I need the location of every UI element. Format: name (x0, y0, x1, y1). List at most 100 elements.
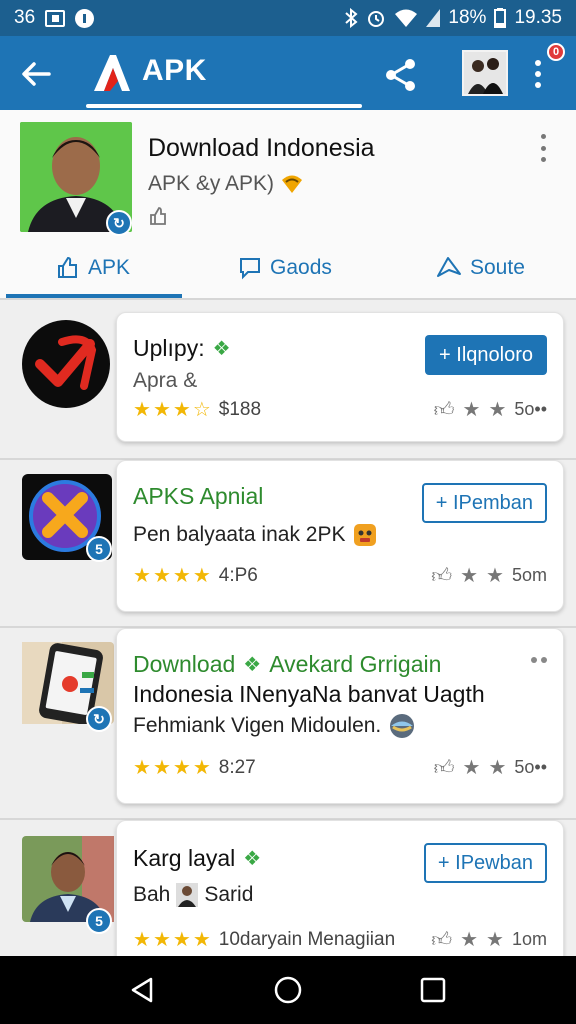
star-icon: ★ (192, 565, 211, 587)
install-button[interactable]: + Ilqnoloro (425, 335, 547, 375)
app-card[interactable]: Download ❖ Avekard Grrigain Indonesia IN… (116, 628, 564, 804)
emoji-face-icon (354, 524, 377, 546)
tab-gaods-label: Gaods (270, 256, 332, 279)
thumbs-up-small-icon[interactable] (148, 206, 168, 226)
app-card[interactable]: Karg layal ❖ + IPewban Bah Sarid ★ ★ ★ ★ 10… (116, 820, 564, 970)
wifi-badge-icon (282, 175, 303, 193)
card-stat: 5om (511, 565, 547, 585)
star-icon: ★ (192, 757, 211, 779)
card-subtitle-suffix: Sarid (204, 883, 254, 906)
install-button[interactable]: + IPewban (423, 843, 547, 883)
leaf-icon: ❖ (212, 338, 231, 360)
title-underline (86, 104, 362, 108)
star-gray-icon[interactable]: ★ (486, 563, 504, 588)
card-actions: 👍︎ ★ ★ 5om (431, 563, 547, 588)
card-actions: 👍︎ ★ ★ 5o•• (434, 755, 547, 780)
app-card[interactable]: APKS Apnial + IPemban Pen balyaata inak … (116, 460, 564, 612)
tab-gaods[interactable]: Gaods (238, 250, 332, 286)
back-button[interactable] (16, 54, 56, 94)
star-gray-icon[interactable]: ★ (486, 927, 504, 952)
bluetooth-icon (345, 8, 358, 28)
card-title: Uplıpy: (133, 335, 205, 361)
card-title-suffix: Avekard Grrigain (269, 651, 442, 677)
comment-icon (240, 258, 260, 280)
thumbs-up-icon[interactable]: 👍︎ (434, 398, 455, 422)
star-gray-icon[interactable]: ★ (460, 927, 478, 952)
overflow-menu-button[interactable] (530, 56, 546, 92)
share-icon[interactable] (382, 56, 420, 94)
thumbs-up-icon[interactable]: 👍︎ (431, 564, 452, 588)
update-badge-icon: ↻ (86, 706, 112, 732)
circle-home-icon (274, 976, 302, 1004)
arrow-left-icon (22, 62, 51, 86)
star-icon: ★ (172, 757, 191, 779)
card-title-row: Uplıpy: ❖ (133, 335, 231, 362)
list-item[interactable]: ↻ Download ❖ Avekard Grrigain Indonesia … (0, 628, 576, 818)
photo-notification-icon (45, 9, 66, 27)
status-left-number: 36 (14, 7, 36, 28)
install-button[interactable]: + IPemban (421, 483, 547, 523)
leaf-icon: ❖ (243, 848, 262, 870)
nav-recents-button[interactable] (413, 970, 453, 1010)
couple-photo-icon (464, 52, 506, 94)
app-logo-icon (94, 55, 130, 91)
person-avatar-icon (176, 883, 199, 907)
card-title: Download (133, 651, 236, 677)
signal-icon (426, 9, 441, 27)
rating-text: 8:27 (218, 756, 256, 778)
card-subtitle-prefix: Bah (133, 883, 171, 906)
app-title: APK (142, 54, 207, 87)
nav-home-button[interactable] (268, 970, 308, 1010)
card-line3: Fehmiank Vigen Midoulen. (133, 714, 382, 737)
version-badge: 5 (86, 536, 112, 562)
star-icon: ★ (172, 929, 191, 951)
list-item[interactable]: 5 Karg layal ❖ + IPewban Bah Sarid ★ ★ ★ ★ … (0, 820, 576, 970)
star-gray-icon[interactable]: ★ (488, 755, 506, 780)
notification-badge: 0 (547, 43, 565, 61)
tab-indicator (6, 294, 182, 298)
app-header-section: ↻ Download Indonesia APK &y APK) APK Gao… (0, 110, 576, 300)
star-icon: ★ (192, 929, 211, 951)
app-card[interactable]: Uplıpy: ❖ + Ilqnoloro Apra & ★ ★ ★ ☆ $188 👍… (116, 312, 564, 442)
card-subtitle-row: Bah Sarid (133, 883, 253, 907)
rating-text: 10daryain Menagiian (218, 928, 396, 950)
star-gray-icon[interactable]: ★ (463, 755, 481, 780)
card-line2: Indonesia INenyaNa banvat Uagth (133, 681, 485, 707)
tab-apk[interactable]: APK (56, 250, 130, 286)
star-gray-icon[interactable]: ★ (463, 397, 481, 422)
profile-avatar[interactable] (462, 50, 508, 96)
star-half-icon: ☆ (192, 399, 211, 421)
alarm-icon (368, 11, 385, 27)
tab-soute[interactable]: Soute (436, 250, 525, 286)
card-actions: 👍︎ ★ ★ 5o•• (434, 397, 547, 422)
card-more-button[interactable] (531, 657, 547, 663)
thumbs-up-icon[interactable]: 👍︎ (434, 756, 455, 780)
update-badge-icon: ↻ (106, 210, 132, 236)
info-notification-icon (75, 8, 95, 28)
list-item[interactable]: 5 APKS Apnial + IPemban Pen balyaata ina… (0, 460, 576, 626)
card-subtitle-row: Pen balyaata inak 2PK (133, 523, 377, 547)
header-subtitle: APK &y APK) (148, 172, 275, 195)
battery-percent: 18% (448, 7, 487, 28)
globe-icon (390, 714, 415, 738)
clock: 19.35 (514, 7, 562, 28)
star-icon: ★ (133, 929, 151, 951)
card-title: Karg layal (133, 845, 236, 871)
rating: ★ ★ ★ ★ 4:P6 (133, 563, 258, 588)
send-icon (437, 257, 461, 277)
rating-text: 4:P6 (218, 564, 258, 586)
rating: ★ ★ ★ ☆ $188 (133, 397, 261, 422)
card-title: APKS Apnial (133, 483, 264, 509)
thumbs-up-icon[interactable]: 👍︎ (431, 928, 452, 952)
star-icon: ★ (133, 757, 151, 779)
star-gray-icon[interactable]: ★ (460, 563, 478, 588)
header-more-button[interactable] (538, 134, 548, 162)
status-bar: 36 18% 19.35 (0, 0, 576, 36)
card-actions: 👍︎ ★ ★ 1om (431, 927, 547, 952)
star-icon: ★ (152, 757, 171, 779)
card-subtitle: Pen balyaata inak 2PK (133, 523, 346, 546)
list-item[interactable]: Uplıpy: ❖ + Ilqnoloro Apra & ★ ★ ★ ☆ $188 👍… (0, 300, 576, 460)
star-gray-icon[interactable]: ★ (488, 397, 506, 422)
app-bar: APK 0 (0, 36, 576, 110)
nav-back-button[interactable] (123, 970, 163, 1010)
